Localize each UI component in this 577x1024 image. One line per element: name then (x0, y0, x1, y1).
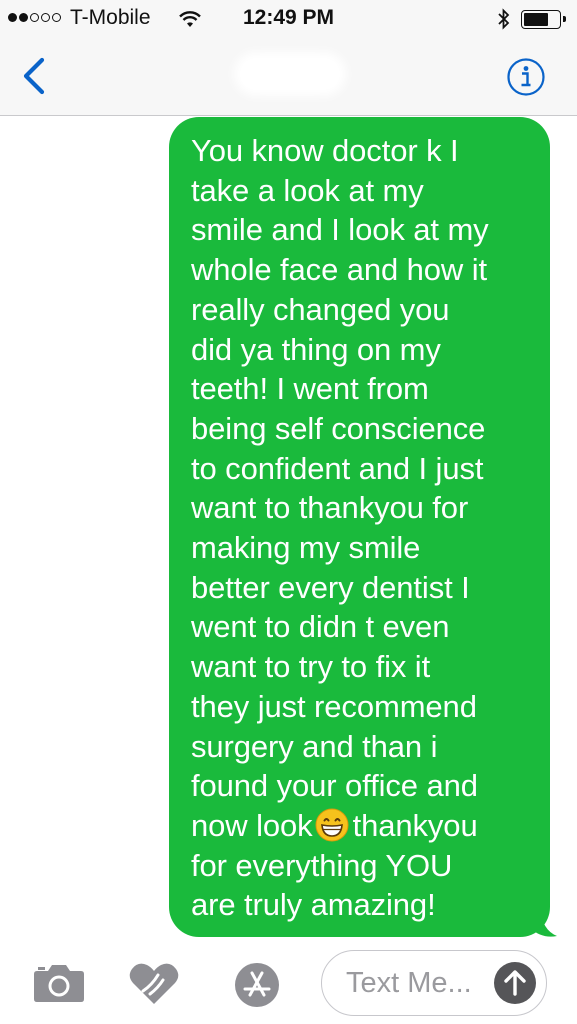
camera-icon[interactable] (33, 963, 85, 1003)
message-text-field[interactable]: Text Me... (321, 950, 547, 1016)
signal-dot (52, 13, 61, 22)
outgoing-message-bubble[interactable]: You know doctor k I take a look at my sm… (169, 117, 550, 937)
bluetooth-icon (498, 8, 510, 30)
message-text: now look (191, 807, 313, 843)
signal-dot (8, 13, 17, 22)
battery-icon (521, 10, 566, 29)
message-compose-bar: Text Me... (0, 945, 577, 1024)
message-line: to confident and I just (191, 450, 484, 486)
message-placeholder: Text Me... (346, 967, 472, 999)
message-line: being self conscience (191, 410, 486, 446)
battery-nub (563, 16, 566, 22)
app-store-icon[interactable] (226, 962, 288, 1008)
message-line: whole face and how it (191, 252, 488, 288)
message-line: better every dentist I (191, 569, 470, 605)
message-line: went to didn t even (191, 609, 450, 645)
message-line: really changed you (191, 291, 450, 327)
wifi-icon (179, 11, 201, 27)
message-line: are truly amazing! (191, 887, 436, 923)
grinning-face-emoji-icon (315, 808, 349, 842)
signal-dot (19, 13, 28, 22)
message-line: You know doctor k I (191, 133, 459, 168)
battery-level (524, 13, 548, 26)
status-bar: T-Mobile 12:49 PM (0, 0, 577, 38)
message-line: smile and I look at my (191, 212, 489, 248)
message-line: they just recommend (191, 688, 477, 724)
send-arrow-icon[interactable] (493, 961, 537, 1005)
carrier-name: T-Mobile (70, 6, 151, 29)
conversation-header (0, 38, 577, 116)
chevron-left-icon[interactable] (18, 56, 52, 96)
message-line: did ya thing on my (191, 331, 441, 367)
bubble-tail (530, 908, 557, 937)
message-line-with-emoji: now look thankyou (191, 806, 540, 846)
digital-touch-icon[interactable] (128, 960, 180, 1006)
contact-name-redacted[interactable] (240, 58, 340, 90)
message-line: surgery and than i (191, 728, 438, 764)
signal-dot (30, 13, 39, 22)
message-line: making my smile (191, 530, 421, 566)
message-line: for everything YOU (191, 847, 453, 883)
info-icon[interactable] (506, 57, 546, 97)
message-line: want to thankyou for (191, 490, 469, 526)
message-line: take a look at my (191, 172, 424, 208)
cellular-signal-icon (8, 13, 61, 22)
message-text: thankyou (352, 807, 478, 843)
signal-dot (41, 13, 50, 22)
message-line: found your office and (191, 768, 478, 804)
message-line: teeth! I went from (191, 371, 429, 407)
message-line: want to try to fix it (191, 649, 431, 685)
